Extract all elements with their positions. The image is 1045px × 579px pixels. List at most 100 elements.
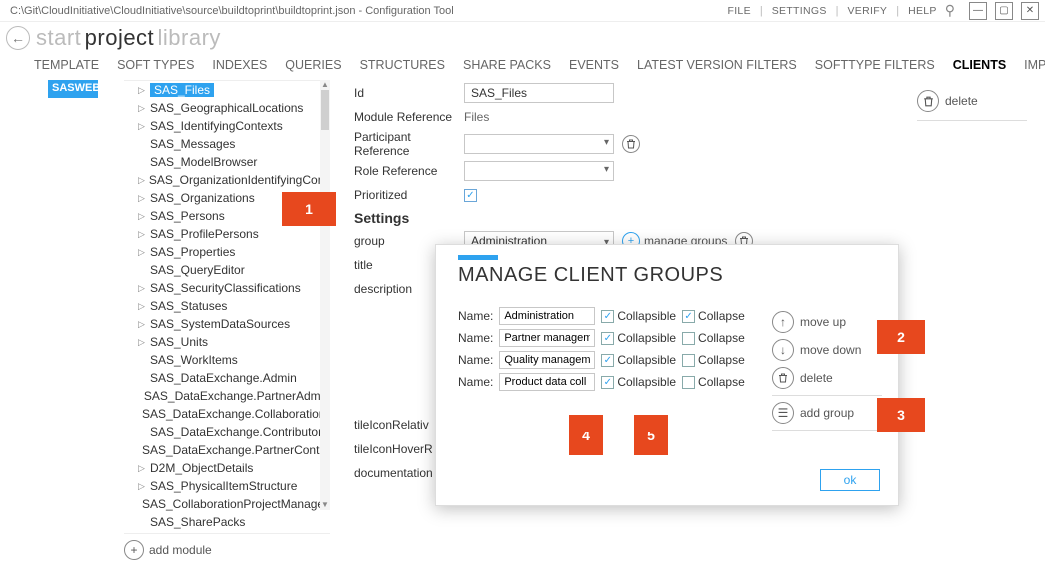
crumb-start[interactable]: start [36, 25, 81, 50]
back-button[interactable]: ← [6, 26, 30, 50]
scroll-up-icon[interactable]: ▲ [320, 80, 330, 90]
expand-icon[interactable]: ▷ [138, 193, 146, 204]
dialog-delete-button[interactable]: delete [772, 367, 882, 389]
expand-icon[interactable]: ▷ [138, 121, 146, 132]
collapse-checkbox[interactable]: Collapse [682, 353, 745, 367]
tree-item-label: SAS_DataExchange.PartnerContributor [142, 443, 330, 457]
tab-clients[interactable]: CLIENTS [953, 58, 1006, 72]
expand-icon[interactable]: ▷ [138, 103, 146, 114]
tree-item-label: SAS_Statuses [150, 299, 227, 313]
tree-item[interactable]: ▷ SAS_Statuses [124, 297, 330, 315]
close-button[interactable]: ✕ [1021, 2, 1039, 20]
name-label: Name: [458, 331, 493, 345]
tab-events[interactable]: EVENTS [569, 58, 619, 72]
expand-icon[interactable]: ▷ [138, 211, 146, 222]
tree-item[interactable]: SAS_DataExchange.CollaborationManager [124, 405, 330, 423]
expand-icon[interactable]: ▷ [138, 481, 146, 492]
tab-template[interactable]: TEMPLATE [34, 58, 99, 72]
participantref-combo[interactable] [464, 134, 614, 154]
tree-item[interactable]: SAS_DataExchange.Contributor [124, 423, 330, 441]
add-module-button[interactable]: + add module [124, 540, 330, 560]
expand-icon[interactable]: ▷ [138, 337, 146, 348]
collapse-checkbox[interactable]: Collapse [682, 375, 745, 389]
collapse-checkbox[interactable]: ✓ Collapse [682, 309, 745, 323]
expand-icon[interactable]: ▷ [138, 283, 146, 294]
menu-settings[interactable]: SETTINGS [768, 5, 831, 17]
tree-item[interactable]: ▷SAS_Participant.Participants [124, 531, 330, 534]
expand-icon[interactable]: ▷ [138, 301, 146, 312]
tree-item[interactable]: SAS_ModelBrowser [124, 153, 330, 171]
pin-icon[interactable]: ⚲ [945, 2, 955, 19]
menu-verify[interactable]: VERIFY [844, 5, 892, 17]
tree-item-label: SAS_ProfilePersons [150, 227, 259, 241]
tab-indexes[interactable]: INDEXES [212, 58, 267, 72]
tree-item[interactable]: ▷ SAS_Properties [124, 243, 330, 261]
tabs-row: TEMPLATE SOFT TYPES INDEXES QUERIES STRU… [0, 54, 1045, 80]
delete-module-button[interactable]: delete [917, 90, 1027, 112]
tab-softtypefilters[interactable]: SOFTTYPE FILTERS [815, 58, 935, 72]
collapse-checkbox[interactable]: Collapse [682, 331, 745, 345]
scroll-thumb[interactable] [321, 90, 329, 130]
tab-sharepacks[interactable]: SHARE PACKS [463, 58, 551, 72]
tree-item[interactable]: ▷SAS_Files [124, 81, 330, 99]
tree-item-label: SAS_GeographicalLocations [150, 101, 303, 115]
tree-item[interactable]: SAS_DataExchange.PartnerAdmin [124, 387, 330, 405]
group-name-input[interactable] [499, 307, 595, 325]
collapsible-checkbox[interactable]: ✓ Collapsible [601, 375, 676, 389]
participantref-delete[interactable] [622, 135, 640, 153]
group-name-input[interactable] [499, 329, 595, 347]
crumb-project[interactable]: project [85, 25, 155, 50]
tree-item[interactable]: ▷SAS_PhysicalItemStructure [124, 477, 330, 495]
menu-help[interactable]: HELP [904, 5, 941, 17]
add-module-label: add module [149, 543, 212, 557]
expand-icon[interactable]: ▷ [138, 463, 146, 474]
tree-item[interactable]: SAS_Messages [124, 135, 330, 153]
tree-item[interactable]: ▷ SAS_GeographicalLocations [124, 99, 330, 117]
menu-file[interactable]: FILE [724, 5, 755, 17]
tree-item[interactable]: SAS_WorkItems [124, 351, 330, 369]
tree-item[interactable]: ▷ SAS_SecurityClassifications [124, 279, 330, 297]
expand-icon[interactable]: ▷ [138, 175, 145, 186]
tree-item[interactable]: SAS_SharePacks [124, 513, 330, 531]
tab-importattrs[interactable]: IMPORT ATTRIBUTES [1024, 58, 1045, 72]
tree-item[interactable]: ▷SAS_SystemDataSources [124, 315, 330, 333]
tree-item[interactable]: SAS_CollaborationProjectManagement [124, 495, 330, 513]
collapsible-checkbox[interactable]: ✓ Collapsible [601, 353, 676, 367]
tab-latestversion[interactable]: LATEST VERSION FILTERS [637, 58, 797, 72]
roleref-combo[interactable] [464, 161, 614, 181]
tab-softtypes[interactable]: SOFT TYPES [117, 58, 194, 72]
client-badge[interactable]: SASWEB [48, 80, 98, 98]
id-input[interactable] [464, 83, 614, 103]
collapsible-checkbox[interactable]: ✓ Collapsible [601, 309, 676, 323]
prioritized-checkbox[interactable]: ✓ [464, 189, 477, 202]
tab-structures[interactable]: STRUCTURES [360, 58, 445, 72]
group-name-input[interactable] [499, 351, 595, 369]
expand-icon[interactable]: ▷ [138, 229, 146, 240]
maximize-button[interactable]: ▢ [995, 2, 1013, 20]
tree-item-label: SAS_Properties [150, 245, 235, 259]
tree-item[interactable]: ▷SAS_Units [124, 333, 330, 351]
group-name-input[interactable] [499, 373, 595, 391]
crumb-library[interactable]: library [158, 25, 221, 50]
expand-icon[interactable]: ▷ [138, 319, 146, 330]
expand-icon[interactable]: ▷ [138, 247, 146, 258]
tree-item-label: SAS_Participant.Participants [150, 533, 303, 534]
tree-item[interactable]: ▷ SAS_ProfilePersons [124, 225, 330, 243]
scroll-down-icon[interactable]: ▼ [320, 500, 330, 510]
tree-scrollbar[interactable]: ▲ ▼ [320, 80, 330, 510]
minimize-button[interactable]: — [969, 2, 987, 20]
tree-item[interactable]: ▷D2M_ObjectDetails [124, 459, 330, 477]
tree-item[interactable]: SAS_DataExchange.Admin [124, 369, 330, 387]
tree-item[interactable]: SAS_QueryEditor [124, 261, 330, 279]
tree-item-label: SAS_QueryEditor [150, 263, 245, 277]
tab-queries[interactable]: QUERIES [285, 58, 341, 72]
tree-item-label: SAS_SecurityClassifications [150, 281, 301, 295]
tree-item-label: SAS_OrganizationIdentifyingContexts [149, 173, 330, 187]
tree-item[interactable]: ▷SAS_IdentifyingContexts [124, 117, 330, 135]
ok-button[interactable]: ok [820, 469, 880, 491]
expand-icon[interactable]: ▷ [138, 85, 146, 96]
name-label: Name: [458, 375, 493, 389]
tree-item[interactable]: SAS_DataExchange.PartnerContributor [124, 441, 330, 459]
tree-item[interactable]: ▷ SAS_OrganizationIdentifyingContexts [124, 171, 330, 189]
collapsible-checkbox[interactable]: ✓ Collapsible [601, 331, 676, 345]
